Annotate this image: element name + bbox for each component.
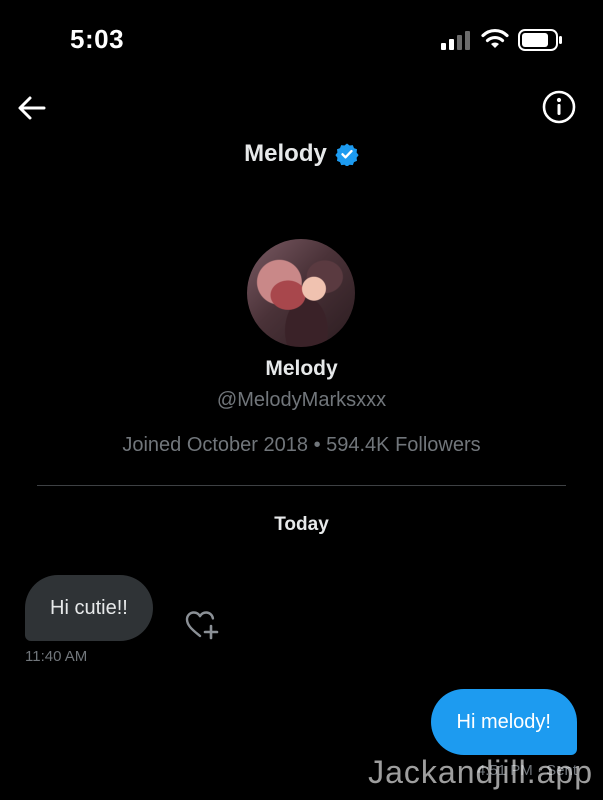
message-text: Hi melody! (456, 710, 551, 733)
profile-handle[interactable]: @MelodyMarksxxx (0, 389, 603, 412)
heart-plus-icon[interactable] (184, 609, 220, 641)
battery-icon (518, 29, 562, 51)
watermark: Jackandjill.app (368, 754, 593, 790)
profile-name: Melody (265, 357, 338, 380)
message-timestamp: 11:40 AM (25, 648, 88, 665)
message-text: Hi cutie!! (50, 596, 128, 619)
back-arrow-icon[interactable] (16, 92, 48, 124)
divider (37, 485, 566, 486)
status-time: 5:03 (70, 24, 125, 54)
avatar[interactable] (247, 239, 355, 347)
info-icon[interactable] (541, 89, 577, 125)
header-name: Melody (244, 140, 327, 167)
outgoing-message-bubble[interactable]: Hi melody! (430, 689, 577, 755)
wifi-icon (481, 28, 509, 48)
day-label: Today (274, 514, 329, 535)
verified-badge-icon (335, 143, 359, 166)
header-title: Melody (0, 140, 603, 168)
incoming-message-bubble[interactable]: Hi cutie!! (25, 575, 153, 641)
cellular-signal-icon (441, 31, 470, 50)
profile-meta: Joined October 2018 • 594.4K Followers (122, 434, 481, 456)
